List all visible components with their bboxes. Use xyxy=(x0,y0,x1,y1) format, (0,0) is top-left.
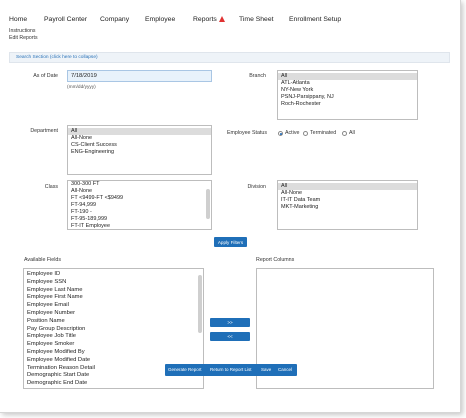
branch-label: Branch xyxy=(249,73,266,79)
available-fields-label: Available Fields xyxy=(24,257,62,263)
app-window: Home Payroll Center Company Employee Rep… xyxy=(0,0,461,413)
class-option[interactable]: 300-300 FT xyxy=(68,181,211,188)
available-field-item[interactable]: Employee Last Name xyxy=(24,287,203,295)
report-columns-label: Report Columns xyxy=(256,257,295,263)
available-field-item[interactable]: Employee First Name xyxy=(24,294,203,302)
instructions-link[interactable]: Instructions xyxy=(9,28,36,34)
class-listbox[interactable]: 300-300 FT All-None FT <9499-FT <$9499 F… xyxy=(67,180,212,230)
nav-reports[interactable]: Reports xyxy=(193,16,225,23)
status-active-label: Active xyxy=(285,130,300,136)
class-option[interactable]: FT-94,999 xyxy=(68,202,211,209)
employee-status-label: Employee Status xyxy=(226,130,267,136)
add-column-button[interactable]: >> xyxy=(210,318,250,327)
cancel-button[interactable]: Cancel xyxy=(278,367,292,372)
available-field-item[interactable]: Position Name xyxy=(24,318,203,326)
branch-option[interactable]: PSNJ-Parsippany, NJ xyxy=(278,94,417,101)
report-builder-page: Home Payroll Center Company Employee Rep… xyxy=(0,0,466,418)
status-active-radio[interactable] xyxy=(278,131,283,136)
save-button[interactable]: Save xyxy=(261,367,271,372)
top-nav: Home Payroll Center Company Employee Rep… xyxy=(0,16,460,28)
date-format-hint: (mm/dd/yyyy) xyxy=(67,85,96,90)
division-option[interactable]: All xyxy=(278,183,417,190)
available-field-item[interactable]: Employee ID xyxy=(24,271,203,279)
action-button-bar: Generate Report Return to Report List Sa… xyxy=(165,364,297,376)
available-field-item[interactable]: Employee Number xyxy=(24,310,203,318)
generate-report-button[interactable]: Generate Report xyxy=(168,367,202,372)
available-fields-scrollbar[interactable] xyxy=(198,275,202,333)
available-field-item[interactable]: Employee Smoker xyxy=(24,341,203,349)
division-option[interactable]: MKT-Marketing xyxy=(278,204,417,211)
edit-reports-link[interactable]: Edit Reports xyxy=(9,35,38,41)
class-option[interactable]: FT <9499-FT <$9499 xyxy=(68,195,211,202)
nav-enrollment-setup[interactable]: Enrollment Setup xyxy=(289,16,341,23)
available-field-item[interactable]: Employee Modified By xyxy=(24,349,203,357)
as-of-date-input[interactable]: 7/18/2019 xyxy=(67,70,212,82)
division-option[interactable]: IT-IT Data Team xyxy=(278,197,417,204)
apply-filters-button[interactable]: Apply Filters xyxy=(214,237,247,247)
warning-icon xyxy=(218,16,225,22)
class-scrollbar[interactable] xyxy=(206,189,210,219)
class-label: Class xyxy=(44,184,58,190)
search-section-toggle[interactable]: Search Section (click here to collapse) xyxy=(9,52,450,63)
status-terminated-label: Terminated xyxy=(310,130,337,136)
remove-column-button[interactable]: << xyxy=(210,332,250,341)
search-section-label: Search Section (click here to collapse) xyxy=(16,55,98,60)
nav-employee[interactable]: Employee xyxy=(145,16,175,23)
department-option[interactable]: All-None xyxy=(68,135,211,142)
department-option[interactable]: ENG-Engineering xyxy=(68,149,211,156)
department-label: Department xyxy=(30,128,58,134)
division-option[interactable]: All-None xyxy=(278,190,417,197)
status-terminated-radio[interactable] xyxy=(303,131,308,136)
class-option[interactable]: FT-IT Employee xyxy=(68,223,211,229)
nav-company[interactable]: Company xyxy=(100,16,129,23)
return-to-report-list-button[interactable]: Return to Report List xyxy=(210,367,252,372)
available-field-item[interactable]: Employee Email xyxy=(24,302,203,310)
class-option[interactable]: FT-95-189,999 xyxy=(68,216,211,223)
nav-time-sheet[interactable]: Time Sheet xyxy=(239,16,274,23)
available-field-item[interactable]: Demographic End Date xyxy=(24,380,203,388)
available-field-item[interactable]: Pay Group Description xyxy=(24,326,203,334)
status-all-radio[interactable] xyxy=(342,131,347,136)
available-field-item[interactable]: Employee SSN xyxy=(24,279,203,287)
branch-listbox[interactable]: All ATL-Atlanta NY-New York PSNJ-Parsipp… xyxy=(277,70,418,120)
division-listbox[interactable]: All All-None IT-IT Data Team MKT-Marketi… xyxy=(277,180,418,230)
branch-option[interactable]: All xyxy=(278,73,417,80)
branch-option[interactable]: Roch-Rochester xyxy=(278,101,417,108)
branch-option[interactable]: NY-New York xyxy=(278,87,417,94)
class-option[interactable]: All-None xyxy=(68,188,211,195)
nav-reports-label: Reports xyxy=(193,16,217,23)
nav-payroll-center[interactable]: Payroll Center xyxy=(44,16,87,23)
nav-home[interactable]: Home xyxy=(9,16,27,23)
branch-option[interactable]: ATL-Atlanta xyxy=(278,80,417,87)
as-of-date-label: As of Date xyxy=(33,73,58,79)
department-option[interactable]: CS-Client Success xyxy=(68,142,211,149)
department-listbox[interactable]: All All-None CS-Client Success ENG-Engin… xyxy=(67,125,212,175)
available-field-item[interactable]: Employee Job Title xyxy=(24,333,203,341)
department-option[interactable]: All xyxy=(68,128,211,135)
division-label: Division xyxy=(247,184,266,190)
status-all-label: All xyxy=(349,130,355,136)
class-option[interactable]: FT-190 - xyxy=(68,209,211,216)
